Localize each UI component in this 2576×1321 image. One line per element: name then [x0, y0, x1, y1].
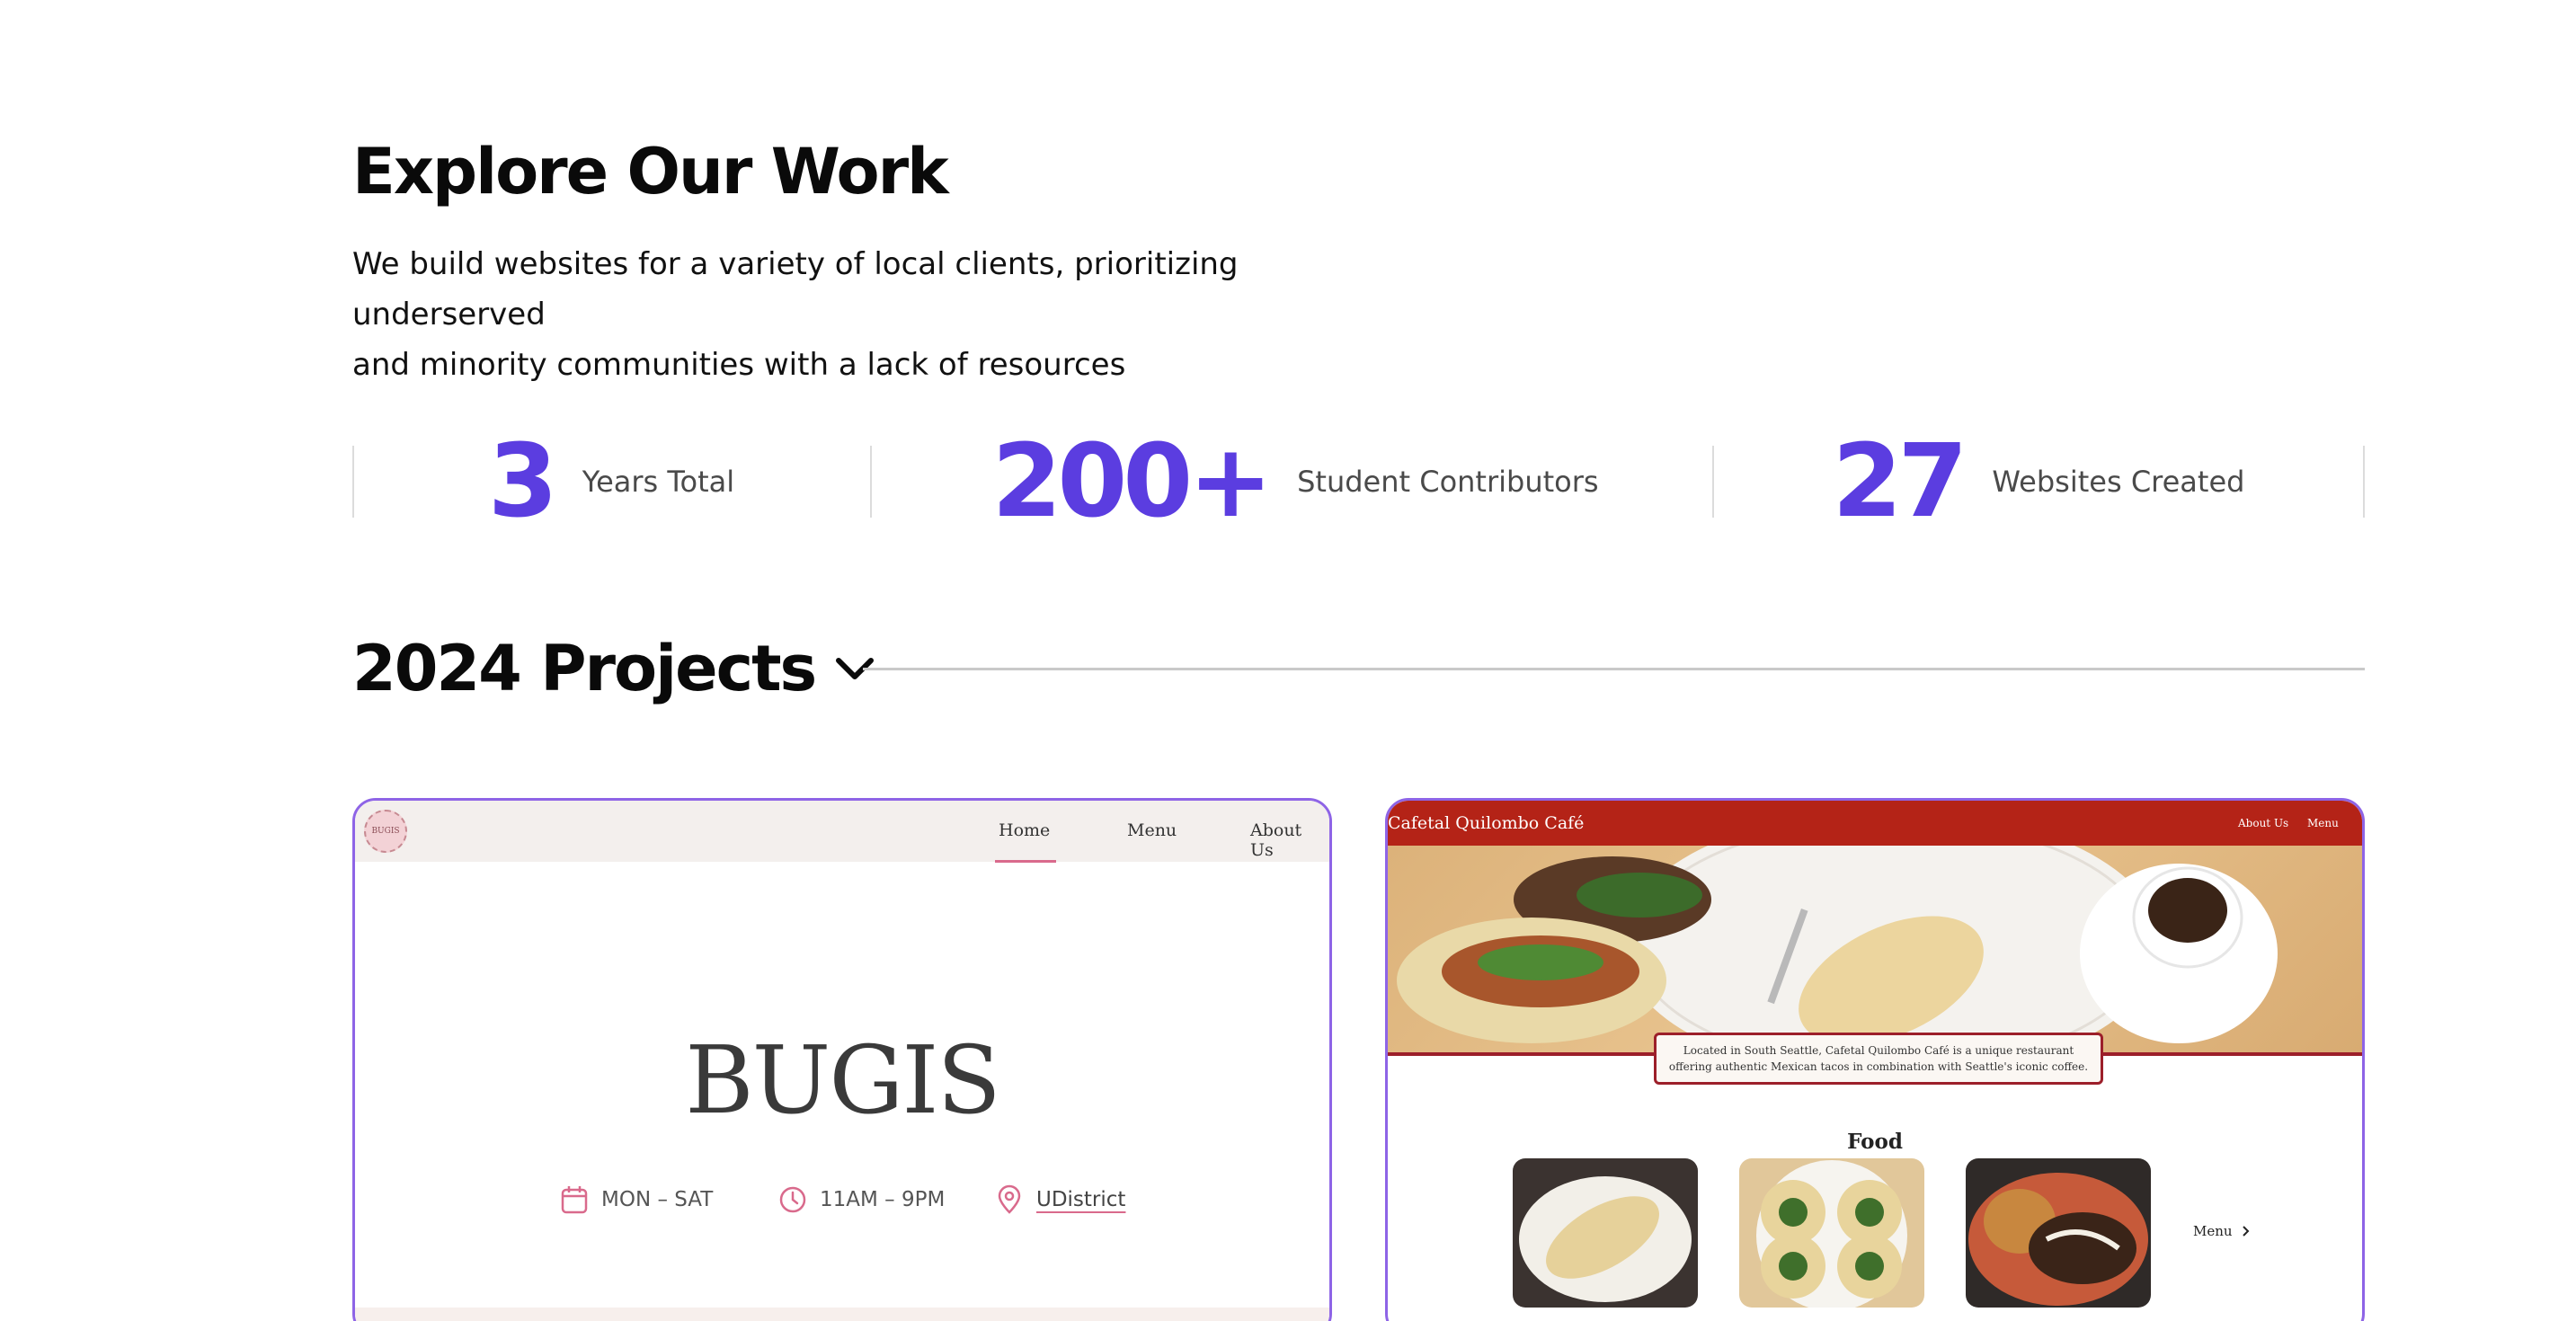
- bugis-hours-text: 11AM – 9PM: [820, 1188, 946, 1211]
- section-title: 2024 Projects: [352, 632, 817, 705]
- food-photo-tamales: [1513, 1158, 1698, 1308]
- cafe-caption: Located in South Seattle, Cafetal Quilom…: [1654, 1033, 2103, 1085]
- bugis-nav-about[interactable]: About Us: [1250, 820, 1329, 860]
- stat-websites: 27 Websites Created: [1712, 431, 2365, 532]
- bugis-location-link[interactable]: UDistrict: [1036, 1188, 1125, 1211]
- bugis-days: MON – SAT: [560, 1182, 713, 1218]
- cafe-navbar: Cafetal Quilombo Café About Us Menu: [1388, 801, 2362, 846]
- cafe-caption-line-1: Located in South Seattle, Cafetal Quilom…: [1683, 1044, 2074, 1057]
- page-title: Explore Our Work: [352, 135, 949, 208]
- bugis-nav-active-indicator: [995, 860, 1056, 863]
- cafe-menu-link[interactable]: Menu: [2193, 1223, 2251, 1239]
- food-photo-tacos: [1739, 1158, 1924, 1308]
- bugis-hours: 11AM – 9PM: [778, 1182, 945, 1218]
- projects-section-header: 2024 Projects: [352, 629, 2365, 708]
- location-pin-icon: [995, 1184, 1024, 1215]
- stats-bar: 3 Years Total 200+ Student Contributors …: [352, 431, 2365, 532]
- stat-value: 27: [1832, 423, 1968, 540]
- food-photo-enchiladas: [1966, 1158, 2151, 1308]
- calendar-icon: [560, 1184, 589, 1215]
- stat-value: 3: [487, 423, 558, 540]
- project-card-cafetal[interactable]: Cafetal Quilombo Café About Us Menu Loca…: [1385, 798, 2365, 1321]
- chevron-right-icon: [2242, 1225, 2251, 1237]
- bugis-days-text: MON – SAT: [601, 1188, 714, 1211]
- page-description: We build websites for a variety of local…: [352, 239, 1431, 390]
- cafe-nav-about[interactable]: About Us: [2238, 817, 2288, 829]
- bugis-navbar: BUGIS Home Menu About Us: [355, 801, 1329, 863]
- stat-years: 3 Years Total: [352, 431, 870, 532]
- cafe-caption-line-2: offering authentic Mexican tacos in comb…: [1668, 1060, 2089, 1073]
- description-line-1: We build websites for a variety of local…: [352, 246, 1239, 332]
- cafe-hero-image: [1388, 846, 2362, 1056]
- stat-divider: [2363, 446, 2365, 518]
- stat-label: Student Contributors: [1297, 465, 1599, 499]
- cafe-brand[interactable]: Cafetal Quilombo Café: [1388, 813, 1584, 833]
- bugis-nav-menu[interactable]: Menu: [1127, 820, 1177, 840]
- section-divider: [863, 668, 2365, 670]
- cafe-nav-menu[interactable]: Menu: [2307, 817, 2339, 829]
- bugis-location[interactable]: UDistrict: [995, 1182, 1125, 1218]
- bugis-nav-home[interactable]: Home: [999, 820, 1050, 840]
- cafe-menu-link-label: Menu: [2193, 1223, 2233, 1239]
- stat-label: Websites Created: [1992, 465, 2245, 499]
- bugis-title: BUGIS: [685, 1025, 1000, 1135]
- bugis-logo-text: BUGIS: [371, 827, 400, 836]
- description-line-2: and minority communities with a lack of …: [352, 347, 1126, 383]
- explore-section: Explore Our Work We build websites for a…: [352, 0, 2365, 1321]
- stat-contributors: 200+ Student Contributors: [870, 431, 1720, 532]
- bugis-logo: BUGIS: [364, 810, 407, 853]
- stat-label: Years Total: [582, 465, 735, 499]
- cafe-food-heading: Food: [1847, 1130, 1903, 1154]
- bugis-footer-strip: [355, 1308, 1329, 1321]
- clock-icon: [778, 1185, 807, 1214]
- stat-value: 200+: [991, 423, 1273, 540]
- project-card-bugis[interactable]: BUGIS Home Menu About Us BUGIS MON – SAT…: [352, 798, 1332, 1321]
